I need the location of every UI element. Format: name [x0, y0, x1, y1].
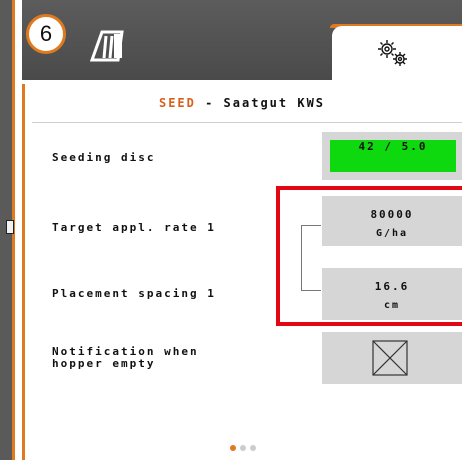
placement-spacing-label: Placement spacing 1 — [52, 287, 216, 300]
page-indicator — [230, 436, 260, 455]
highlight-frame — [276, 186, 462, 326]
notification-label-line2: hopper empty — [52, 357, 156, 370]
left-panel-handle[interactable] — [6, 220, 14, 234]
checkbox-cross-icon — [372, 340, 408, 376]
seed-drill-icon — [89, 30, 124, 62]
seeding-disc-label: Seeding disc — [52, 151, 156, 164]
title-highlight: SEED — [158, 96, 196, 110]
gears-icon[interactable] — [375, 38, 409, 68]
hopper-empty-notification-checkbox[interactable] — [322, 332, 462, 384]
page-dot-2[interactable] — [240, 445, 246, 451]
title-text: - Saatgut KWS — [195, 96, 326, 110]
seed-settings-panel: 6 SEED - Saatgut KWS Seeding disc 42 / 5… — [22, 0, 462, 460]
target-rate-label: Target appl. rate 1 — [52, 221, 216, 234]
title-divider — [32, 122, 462, 123]
page-number-badge: 6 — [26, 14, 66, 54]
page-dot-3[interactable] — [250, 445, 256, 451]
panel-header: 6 — [22, 0, 462, 84]
seeding-disc-field[interactable]: 42 / 5.0 — [322, 132, 462, 180]
page-dot-1[interactable] — [230, 445, 236, 451]
page-title: SEED - Saatgut KWS — [22, 96, 462, 110]
seeding-disc-value: 42 / 5.0 — [330, 140, 456, 172]
